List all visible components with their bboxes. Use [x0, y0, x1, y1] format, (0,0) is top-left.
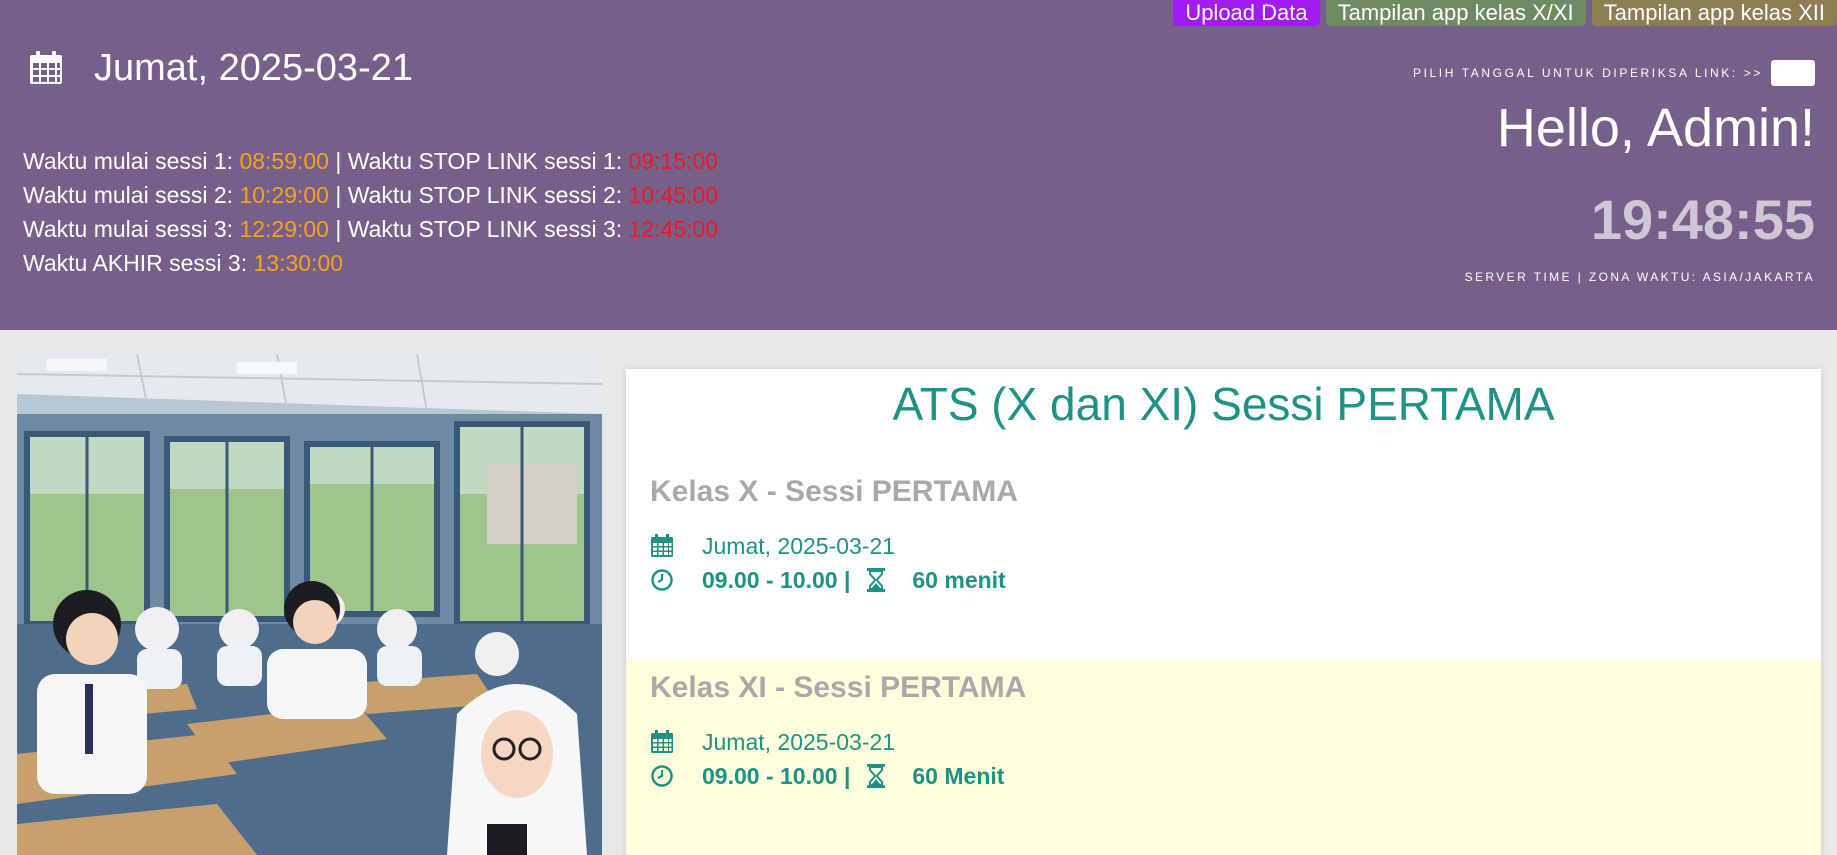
- kelas-time: 09.00 - 10.00 |: [702, 762, 851, 789]
- greeting: Hello, Admin!: [1496, 98, 1815, 158]
- kelas-date: Jumat, 2025-03-21: [702, 532, 896, 559]
- separator: |: [328, 148, 348, 174]
- header-date: Jumat, 2025-03-21: [28, 48, 413, 88]
- kelas-x-section: Kelas X - Sessi PERTAMA Jumat, 2025-03-2…: [626, 465, 1821, 661]
- card-title: ATS (X dan XI) Sessi PERTAMA: [892, 378, 1555, 430]
- kelas-x-xi-view-button[interactable]: Tampilan app kelas X/XI: [1325, 0, 1586, 26]
- separator: |: [328, 182, 348, 208]
- upload-data-button[interactable]: Upload Data: [1173, 0, 1320, 26]
- session-line-2: Waktu mulai sessi 2: 10:29:00 | Waktu ST…: [23, 178, 718, 212]
- session-start-label: Waktu mulai sessi 3:: [23, 216, 240, 242]
- session-times: Waktu mulai sessi 1: 08:59:00 | Waktu ST…: [23, 144, 718, 280]
- server-clock: 19:48:55: [1590, 188, 1815, 251]
- session-start-time: 08:59:00: [239, 148, 329, 174]
- pick-date-label: PILIH TANGGAL UNTUK DIPERIKSA LINK: >>: [1413, 66, 1763, 80]
- kelas-xii-view-button[interactable]: Tampilan app kelas XII: [1591, 0, 1837, 26]
- session-card: ATS (X dan XI) Sessi PERTAMA Kelas X - S…: [626, 369, 1821, 855]
- hourglass-icon: [867, 764, 886, 788]
- session-start-label: Waktu mulai sessi 1:: [23, 148, 240, 174]
- date-picker-input[interactable]: [1771, 60, 1815, 86]
- session-stop-label: Waktu STOP LINK sessi 3:: [347, 216, 629, 242]
- session-start-time: 10:29:00: [239, 182, 329, 208]
- kelas-date: Jumat, 2025-03-21: [702, 728, 896, 755]
- session-stop-time: 10:45:00: [628, 182, 719, 208]
- session-line-3: Waktu mulai sessi 3: 12:29:00 | Waktu ST…: [23, 212, 718, 246]
- kelas-title: Kelas X - Sessi PERTAMA: [650, 475, 1018, 508]
- session-end-time: 13:30:00: [253, 250, 344, 276]
- calendar-icon: [651, 534, 673, 557]
- header: Upload Data Tampilan app kelas X/XI Tamp…: [0, 0, 1837, 330]
- kelas-time-line: 09.00 - 10.00 | 60 Menit: [650, 759, 1821, 793]
- kelas-xi-section: Kelas XI - Sessi PERTAMA Jumat, 2025-03-…: [626, 661, 1821, 855]
- kelas-duration: 60 Menit: [912, 762, 1005, 789]
- session-start-label: Waktu mulai sessi 2:: [23, 182, 240, 208]
- clock-icon: [651, 569, 673, 591]
- session-stop-label: Waktu STOP LINK sessi 1:: [347, 148, 629, 174]
- session-stop-label: Waktu STOP LINK sessi 2:: [347, 182, 629, 208]
- calendar-icon: [30, 51, 62, 84]
- classroom-image: [17, 354, 602, 855]
- kelas-time-line: 09.00 - 10.00 | 60 menit: [650, 563, 1821, 597]
- session-stop-time: 12:45:00: [628, 216, 719, 242]
- kelas-date-line: Jumat, 2025-03-21: [650, 529, 1821, 563]
- separator: |: [328, 216, 348, 242]
- kelas-time: 09.00 - 10.00 |: [702, 566, 851, 593]
- hourglass-icon: [867, 568, 886, 592]
- session-end-label: Waktu AKHIR sessi 3:: [23, 250, 254, 276]
- session-start-time: 12:29:00: [239, 216, 329, 242]
- top-nav: Upload Data Tampilan app kelas X/XI Tamp…: [1173, 0, 1837, 26]
- session-end-line: Waktu AKHIR sessi 3: 13:30:00: [23, 246, 718, 280]
- pick-date-row: PILIH TANGGAL UNTUK DIPERIKSA LINK: >>: [1115, 60, 1815, 86]
- server-time-label: SERVER TIME | ZONA WAKTU: ASIA/JAKARTA: [1464, 270, 1815, 284]
- classroom-illustration: [17, 354, 602, 855]
- calendar-icon: [651, 730, 673, 753]
- kelas-date-line: Jumat, 2025-03-21: [650, 725, 1821, 759]
- session-line-1: Waktu mulai sessi 1: 08:59:00 | Waktu ST…: [23, 144, 718, 178]
- kelas-title: Kelas XI - Sessi PERTAMA: [650, 671, 1027, 704]
- session-stop-time: 09:15:00: [628, 148, 719, 174]
- kelas-duration: 60 menit: [912, 566, 1006, 593]
- current-date: Jumat, 2025-03-21: [94, 47, 413, 89]
- header-right: PILIH TANGGAL UNTUK DIPERIKSA LINK: >> H…: [1115, 60, 1815, 284]
- clock-icon: [651, 765, 673, 787]
